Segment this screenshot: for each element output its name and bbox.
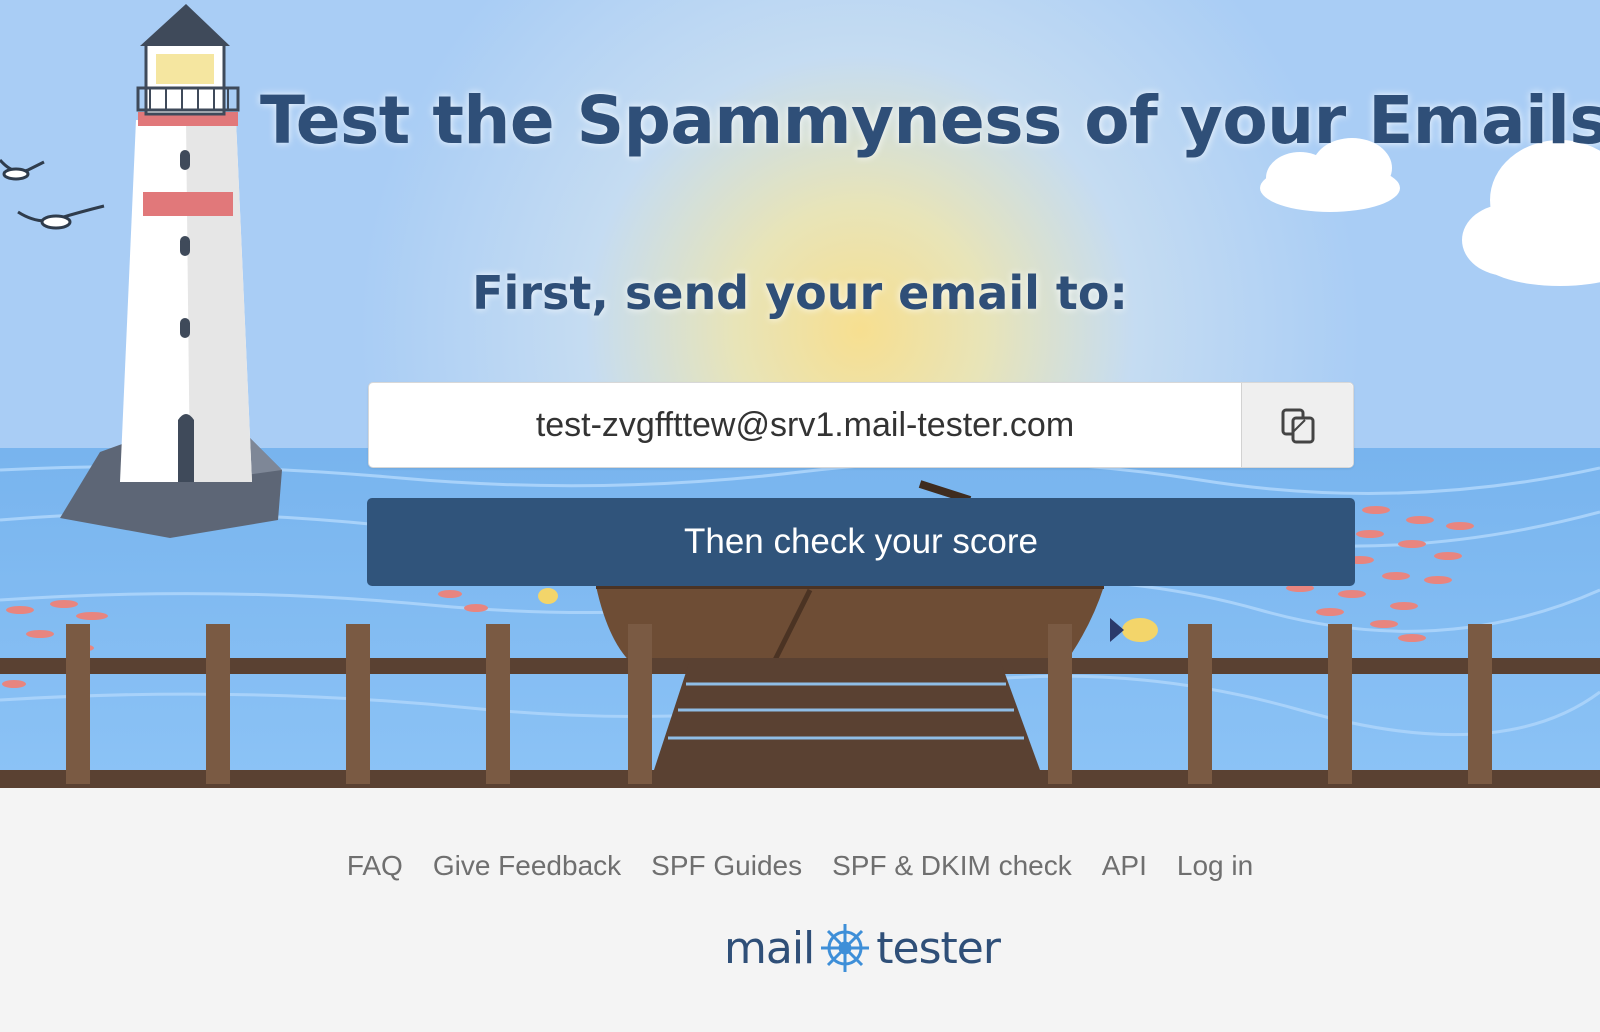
email-address-text[interactable]: test-zvgffttew@srv1.mail-tester.com xyxy=(369,383,1241,467)
logo-text-tester: tester xyxy=(876,922,1001,974)
footer-link-give-feedback[interactable]: Give Feedback xyxy=(433,850,621,882)
mail-tester-logo[interactable]: mail tester xyxy=(724,918,1001,978)
copy-button[interactable] xyxy=(1241,383,1353,467)
footer-link-spf-guides[interactable]: SPF Guides xyxy=(651,850,802,882)
ship-wheel-icon xyxy=(818,921,872,975)
footer-link-spf-dkim-check[interactable]: SPF & DKIM check xyxy=(832,850,1072,882)
hero-section: Test the Spammyness of your Emails First… xyxy=(0,0,1600,788)
email-address-field[interactable]: test-zvgffttew@srv1.mail-tester.com xyxy=(368,382,1354,468)
footer-link-log-in[interactable]: Log in xyxy=(1177,850,1253,882)
page-title: Test the Spammyness of your Emails xyxy=(260,82,1600,159)
footer-link-faq[interactable]: FAQ xyxy=(347,850,403,882)
check-score-button[interactable]: Then check your score xyxy=(367,498,1355,586)
footer-link-api[interactable]: API xyxy=(1102,850,1147,882)
copy-icon xyxy=(1281,408,1314,444)
logo-text-mail: mail xyxy=(724,922,815,974)
send-instructions: First, send your email to: xyxy=(472,266,1128,320)
footer-nav: FAQ Give Feedback SPF Guides SPF & DKIM … xyxy=(0,850,1600,882)
